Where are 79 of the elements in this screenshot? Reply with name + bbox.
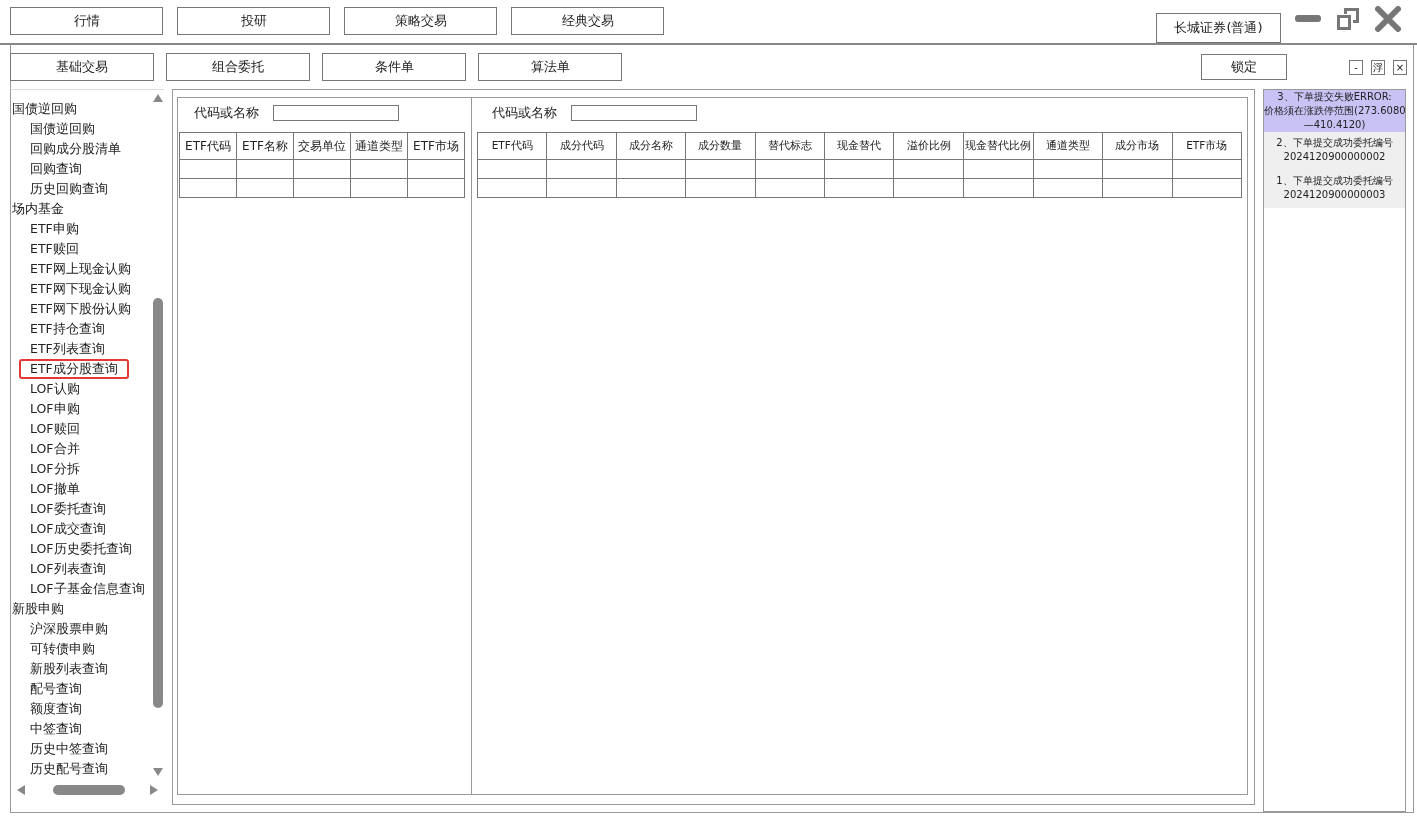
search-field[interactable]: [571, 105, 697, 121]
tree-item[interactable]: 回购查询: [19, 159, 93, 179]
top-tab[interactable]: 经典交易: [511, 6, 664, 35]
order-message: 3、下单提交失败ERROR: 价格须在涨跌停范围(273.6080 —410.4120): [1264, 90, 1405, 132]
tree-item[interactable]: LOF赎回: [19, 419, 91, 439]
tree-item[interactable]: LOF撤单: [19, 479, 91, 499]
tree-item[interactable]: ETF网下现金认购: [19, 279, 142, 299]
tree-item[interactable]: 国债逆回购: [19, 119, 106, 139]
order-message: 2、下单提交成功委托编号 2024120900000002: [1264, 132, 1405, 170]
column-header: 成分代码: [546, 132, 617, 160]
tree-item[interactable]: LOF合并: [19, 439, 91, 459]
column-header: 替代标志: [755, 132, 825, 160]
top-tab[interactable]: 策略交易: [344, 6, 497, 35]
tree-item[interactable]: 额度查询: [19, 699, 93, 719]
tree-item[interactable]: LOF历史委托查询: [19, 539, 143, 559]
order-message: 1、下单提交成功委托编号 2024120900000003: [1264, 170, 1405, 208]
tree-item[interactable]: 历史回购查询: [19, 179, 119, 199]
column-header: ETF代码: [179, 132, 237, 160]
column-header: 通道类型: [350, 132, 408, 160]
column-header: ETF代码: [477, 132, 547, 160]
search-label: 代码或名称: [194, 104, 259, 122]
scroll-down-icon[interactable]: [153, 768, 163, 776]
sub-tab[interactable]: 算法单: [478, 53, 622, 81]
search-label: 代码或名称: [492, 104, 557, 122]
tree-item[interactable]: 中签查询: [19, 719, 93, 739]
column-header: ETF名称: [236, 132, 294, 160]
broker-button[interactable]: 长城证券(普通): [1156, 12, 1281, 43]
column-header: 现金替代比例: [963, 132, 1034, 160]
panel-button[interactable]: -: [1349, 59, 1363, 75]
tree-item[interactable]: 配号查询: [19, 679, 93, 699]
column-header: 成分市场: [1102, 132, 1172, 160]
tree-item[interactable]: ETF申购: [19, 219, 90, 239]
tree-item[interactable]: 回购成分股清单: [19, 139, 132, 159]
tree-item[interactable]: ETF网上现金认购: [19, 259, 142, 279]
tree-item[interactable]: LOF成交查询: [19, 519, 117, 539]
sub-tab[interactable]: 组合委托: [166, 53, 310, 81]
panel-button[interactable]: ×: [1393, 59, 1407, 75]
tree-group[interactable]: 新股申购: [11, 599, 64, 619]
tree-item[interactable]: LOF委托查询: [19, 499, 117, 519]
sub-tab[interactable]: 基础交易: [10, 53, 154, 81]
tree-item[interactable]: 历史配号查询: [19, 759, 119, 779]
restore-icon[interactable]: [1335, 5, 1361, 32]
column-header: 溢价比例: [893, 132, 964, 160]
scroll-right-icon[interactable]: [150, 785, 158, 795]
tree-item[interactable]: ETF成分股查询: [19, 359, 129, 379]
tree-group[interactable]: 场内基金: [11, 199, 64, 219]
scroll-up-icon[interactable]: [153, 94, 163, 102]
top-tab[interactable]: 行情: [10, 6, 163, 35]
tree-item[interactable]: ETF网下股份认购: [19, 299, 142, 319]
column-header: 成分名称: [616, 132, 686, 160]
scrollbar-thumb[interactable]: [153, 298, 163, 708]
column-header: ETF市场: [407, 132, 465, 160]
column-header: 成分数量: [685, 132, 756, 160]
tree-item[interactable]: LOF子基金信息查询: [19, 579, 152, 599]
scroll-left-icon[interactable]: [17, 785, 25, 795]
tree-item[interactable]: LOF列表查询: [19, 559, 117, 579]
tree-item[interactable]: 沪深股票申购: [19, 619, 119, 639]
tree-item[interactable]: ETF持仓查询: [19, 319, 116, 339]
tree-item[interactable]: LOF申购: [19, 399, 91, 419]
tree-item[interactable]: ETF列表查询: [19, 339, 116, 359]
search-field[interactable]: [273, 105, 399, 121]
tree-item[interactable]: 可转债申购: [19, 639, 106, 659]
close-icon[interactable]: [1375, 5, 1401, 32]
panel-button[interactable]: 浮: [1371, 59, 1385, 75]
tree-item[interactable]: LOF分拆: [19, 459, 91, 479]
scrollbar-thumb[interactable]: [53, 785, 125, 795]
lock-button[interactable]: 锁定: [1201, 54, 1287, 80]
minimize-icon[interactable]: [1295, 13, 1321, 24]
column-header: 通道类型: [1033, 132, 1103, 160]
tree-item[interactable]: 新股列表查询: [19, 659, 119, 679]
tree-group[interactable]: 国债逆回购: [11, 99, 77, 119]
top-tab[interactable]: 投研: [177, 6, 330, 35]
column-header: 现金替代: [824, 132, 894, 160]
tree-item[interactable]: LOF认购: [19, 379, 91, 399]
sub-tab[interactable]: 条件单: [322, 53, 466, 81]
tree-item[interactable]: ETF赎回: [19, 239, 90, 259]
tree-item[interactable]: 历史中签查询: [19, 739, 119, 759]
column-header: ETF市场: [1172, 132, 1242, 160]
column-header: 交易单位: [293, 132, 351, 160]
